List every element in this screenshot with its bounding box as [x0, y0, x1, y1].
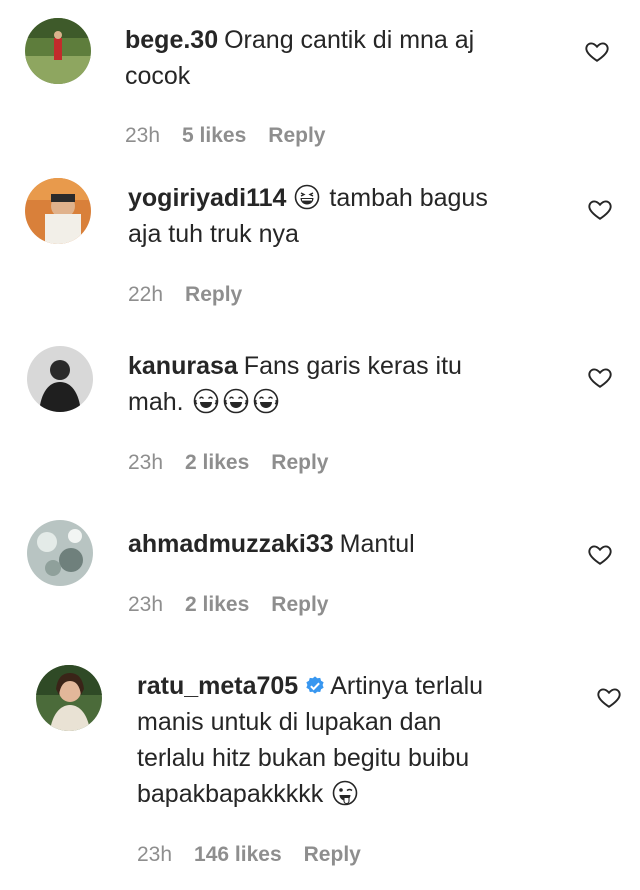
comment-body: Orang cantik di mna aj: [224, 26, 475, 54]
comment-meta: 22h Reply: [128, 283, 264, 307]
comment-meta: 23h 2 likes Reply: [128, 451, 350, 475]
comment-text: bege.30 Orang cantik di mna aj cocok: [125, 22, 545, 94]
comment-likes[interactable]: 146 likes: [194, 843, 282, 866]
tears-of-joy-face-icon: [253, 388, 279, 414]
winking-tongue-face-icon: [332, 780, 358, 806]
comment-likes[interactable]: 5 likes: [182, 124, 246, 147]
comment-body-line2: cocok: [125, 62, 191, 90]
comment-text: kanurasa Fans garis keras itu mah.: [128, 348, 558, 420]
comment-body-line2: mah.: [128, 388, 184, 416]
reply-button[interactable]: Reply: [271, 451, 328, 474]
verified-badge-icon: [304, 675, 326, 697]
comment-username[interactable]: ratu_meta705: [137, 672, 298, 700]
comment-body: Mantul: [339, 530, 415, 558]
comment-likes[interactable]: 2 likes: [185, 593, 249, 616]
comment-body-line3: terlalu hitz bukan begitu buibu: [137, 744, 470, 772]
comment-text: ratu_meta705 Artinya terlalu manis untuk …: [137, 668, 567, 812]
comment-text: yogiriyadi114 tambah bagus aja tuh truk …: [128, 180, 558, 252]
comment-time[interactable]: 22h: [128, 283, 163, 306]
comment-username[interactable]: yogiriyadi114: [128, 184, 286, 212]
heart-outline-icon[interactable]: [587, 541, 613, 567]
comment-body: Fans garis keras itu: [243, 352, 462, 380]
comment-username[interactable]: kanurasa: [128, 352, 238, 380]
comment-time[interactable]: 23h: [128, 593, 163, 616]
tears-of-joy-face-icon: [223, 388, 249, 414]
comment-body-line2: aja tuh truk nya: [128, 220, 299, 248]
avatar[interactable]: [25, 18, 91, 84]
comment-time[interactable]: 23h: [125, 124, 160, 147]
heart-outline-icon[interactable]: [587, 196, 613, 222]
comment-time[interactable]: 23h: [128, 451, 163, 474]
avatar[interactable]: [36, 665, 102, 731]
reply-button[interactable]: Reply: [268, 124, 325, 147]
reply-button[interactable]: Reply: [185, 283, 242, 306]
comment-meta: 23h 5 likes Reply: [125, 124, 347, 148]
avatar[interactable]: [27, 346, 93, 412]
comment-meta: 23h 146 likes Reply: [137, 843, 383, 867]
comment-body-line2: manis untuk di lupakan dan: [137, 708, 442, 736]
comment-body: Artinya terlalu: [330, 672, 484, 700]
comment-body-line4: bapakbapakkkkk: [137, 780, 324, 808]
heart-outline-icon[interactable]: [587, 364, 613, 390]
comment-text: ahmadmuzzaki33 Mantul: [128, 526, 558, 562]
comment-username[interactable]: ahmadmuzzaki33: [128, 530, 334, 558]
avatar[interactable]: [27, 520, 93, 586]
grinning-squint-face-icon: [294, 184, 320, 210]
comment-body: tambah bagus: [329, 184, 488, 212]
heart-outline-icon[interactable]: [596, 684, 622, 710]
reply-button[interactable]: Reply: [271, 593, 328, 616]
heart-outline-icon[interactable]: [584, 38, 610, 64]
comment-username[interactable]: bege.30: [125, 26, 218, 54]
tears-of-joy-face-icon: [193, 388, 219, 414]
comment-likes[interactable]: 2 likes: [185, 451, 249, 474]
comment-meta: 23h 2 likes Reply: [128, 593, 350, 617]
comment-time[interactable]: 23h: [137, 843, 172, 866]
reply-button[interactable]: Reply: [304, 843, 361, 866]
avatar[interactable]: [25, 178, 91, 244]
